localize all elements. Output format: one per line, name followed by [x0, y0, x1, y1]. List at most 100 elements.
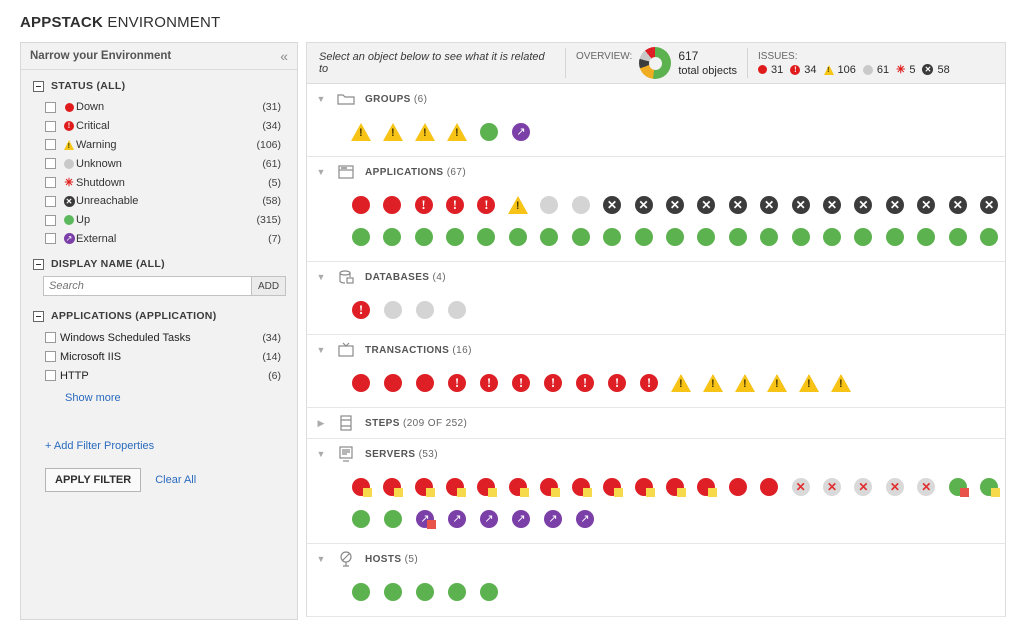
node-cell[interactable]: ✕: [848, 196, 879, 214]
node-cell[interactable]: ✕: [911, 196, 942, 214]
node-unknown-icon[interactable]: [572, 196, 590, 214]
node-cell[interactable]: [691, 478, 722, 496]
node-cell[interactable]: [409, 583, 441, 601]
node-cell[interactable]: [345, 583, 377, 601]
node-cell[interactable]: ✕: [879, 196, 910, 214]
node-cell[interactable]: [596, 228, 627, 246]
node-cell[interactable]: [502, 228, 533, 246]
node-down-icon[interactable]: [446, 478, 464, 496]
node-up-icon[interactable]: [416, 583, 434, 601]
node-unreachable-icon[interactable]: ✕: [823, 196, 841, 214]
node-cell[interactable]: ✕: [659, 196, 690, 214]
node-cell[interactable]: ✕: [785, 478, 816, 496]
status-checkbox[interactable]: [45, 139, 56, 150]
node-cell[interactable]: [628, 228, 659, 246]
chevron-down-icon[interactable]: ▼: [315, 272, 327, 282]
node-cell[interactable]: [345, 478, 376, 496]
node-up-icon[interactable]: [666, 228, 684, 246]
node-critical-icon[interactable]: !: [352, 301, 370, 319]
node-cell[interactable]: ✕: [596, 196, 627, 214]
node-cell[interactable]: ✕: [973, 196, 1004, 214]
node-external-icon[interactable]: ↗: [448, 510, 466, 528]
node-unreachable-icon[interactable]: ✕: [635, 196, 653, 214]
node-cell[interactable]: [345, 374, 377, 392]
node-cell[interactable]: [596, 478, 627, 496]
node-up-icon[interactable]: [792, 228, 810, 246]
node-cell[interactable]: [439, 478, 470, 496]
node-cell[interactable]: [534, 228, 565, 246]
node-cell[interactable]: ↗: [441, 510, 473, 528]
issue-item[interactable]: !34: [790, 64, 816, 76]
node-cell[interactable]: [565, 478, 596, 496]
collapse-minus-icon[interactable]: [33, 81, 44, 92]
node-cell[interactable]: ↗: [569, 510, 601, 528]
node-cell[interactable]: [565, 228, 596, 246]
node-external-icon[interactable]: ↗: [544, 510, 562, 528]
node-up-icon[interactable]: [729, 228, 747, 246]
chevron-down-icon[interactable]: ▼: [315, 449, 327, 459]
node-cell[interactable]: [439, 228, 470, 246]
node-cell[interactable]: [761, 374, 793, 392]
node-critical-icon[interactable]: !: [608, 374, 626, 392]
node-unreachable-icon[interactable]: ✕: [917, 196, 935, 214]
node-critical-icon[interactable]: !: [477, 196, 495, 214]
node-down-icon[interactable]: [572, 478, 590, 496]
section-header[interactable]: ▶STEPS (209 OF 252): [307, 408, 1005, 438]
collapse-minus-icon[interactable]: [33, 259, 44, 270]
node-cell[interactable]: [848, 228, 879, 246]
status-group-header[interactable]: STATUS (ALL): [33, 80, 285, 92]
node-cell[interactable]: [409, 301, 441, 319]
node-cell[interactable]: [345, 510, 377, 528]
node-external-icon[interactable]: ↗: [480, 510, 498, 528]
node-cell[interactable]: [659, 478, 690, 496]
node-unreachable-icon[interactable]: ✕: [760, 196, 778, 214]
status-checkbox[interactable]: [45, 102, 56, 113]
node-cell[interactable]: ↗: [537, 510, 569, 528]
node-shutdown-icon[interactable]: ✕: [792, 478, 810, 496]
node-up-icon[interactable]: [446, 228, 464, 246]
node-cell[interactable]: !: [408, 196, 439, 214]
node-cell[interactable]: [376, 228, 407, 246]
node-up-icon[interactable]: [760, 228, 778, 246]
node-down-icon[interactable]: [352, 196, 370, 214]
node-down-icon[interactable]: [477, 478, 495, 496]
node-down-icon[interactable]: [509, 478, 527, 496]
status-filter-row[interactable]: Down(31): [33, 98, 285, 117]
node-cell[interactable]: ✕: [879, 478, 910, 496]
node-cell[interactable]: [473, 583, 505, 601]
search-input[interactable]: [43, 276, 252, 296]
node-cell[interactable]: !: [345, 301, 377, 319]
node-external-icon[interactable]: ↗: [512, 510, 530, 528]
node-cell[interactable]: [376, 196, 407, 214]
node-cell[interactable]: [973, 228, 1004, 246]
node-up-icon[interactable]: [572, 228, 590, 246]
status-checkbox[interactable]: [45, 121, 56, 132]
node-up-icon[interactable]: [384, 583, 402, 601]
node-cell[interactable]: !: [601, 374, 633, 392]
node-cell[interactable]: [691, 228, 722, 246]
node-up-icon[interactable]: [384, 510, 402, 528]
application-filter-row[interactable]: Windows Scheduled Tasks(34): [33, 328, 285, 347]
node-up-icon[interactable]: [480, 583, 498, 601]
node-cell[interactable]: [534, 478, 565, 496]
node-down-icon[interactable]: [697, 478, 715, 496]
node-down-icon[interactable]: [540, 478, 558, 496]
node-warning-icon[interactable]: [508, 196, 528, 214]
chevron-down-icon[interactable]: ▼: [315, 345, 327, 355]
node-cell[interactable]: [408, 228, 439, 246]
node-up-icon[interactable]: [540, 228, 558, 246]
node-cell[interactable]: [471, 228, 502, 246]
section-header[interactable]: ▼TRANSACTIONS (16): [307, 335, 1005, 365]
node-cell[interactable]: [659, 228, 690, 246]
node-cell[interactable]: ↗: [409, 510, 441, 528]
node-unknown-icon[interactable]: [416, 301, 434, 319]
node-critical-icon[interactable]: !: [480, 374, 498, 392]
node-shutdown-icon[interactable]: ✕: [854, 478, 872, 496]
node-cell[interactable]: [409, 123, 441, 141]
node-cell[interactable]: [628, 478, 659, 496]
node-warning-icon[interactable]: [671, 374, 691, 392]
node-cell[interactable]: ✕: [848, 478, 879, 496]
node-cell[interactable]: [753, 228, 784, 246]
node-up-icon[interactable]: [352, 583, 370, 601]
application-checkbox[interactable]: [45, 332, 56, 343]
